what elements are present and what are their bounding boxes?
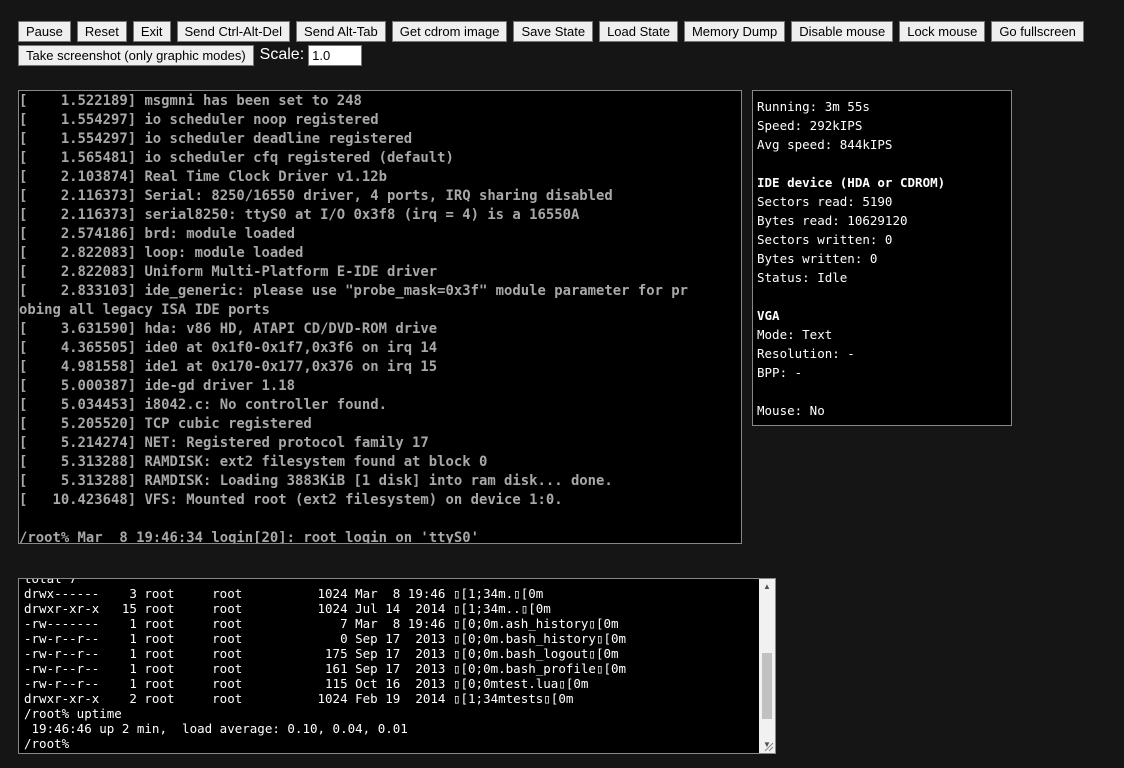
pause-button[interactable]: Pause [18, 20, 71, 42]
screen-line: [ 1.554297] io scheduler deadline regist… [19, 131, 413, 147]
send-alt-tab-button[interactable]: Send Alt-Tab [296, 20, 386, 42]
screen-line: [ 4.365505] ide0 at 0x1f0-0x1f7,0x3f6 on… [19, 340, 438, 356]
bytes-read: Bytes read: 10629120 [757, 213, 908, 228]
serial-line: -rw-r--r-- 1 root root 161 Sep 17 2013 ▯… [24, 661, 627, 676]
take-screenshot-button[interactable]: Take screenshot (only graphic modes) [18, 44, 254, 66]
running-time: Running: 3m 55s [757, 99, 870, 114]
serial-line: -rw-r--r-- 1 root root 175 Sep 17 2013 ▯… [24, 646, 619, 661]
serial-line: /root% [24, 736, 77, 751]
serial-line: drwx------ 3 root root 1024 Mar 8 19:46 … [24, 586, 544, 601]
sectors-read: Sectors read: 5190 [757, 194, 893, 209]
mouse-status: Mouse: No [757, 403, 825, 418]
screen-line: [ 2.822083] loop: module loaded [19, 245, 304, 261]
vga-bpp: BPP: - [757, 365, 803, 380]
ide-status: Status: Idle [757, 270, 848, 285]
screen-line: /root% Mar 8 19:46:34 login[20]: root lo… [19, 530, 479, 544]
speed: Speed: 292kIPS [757, 118, 863, 133]
screen-line: [ 5.313288] RAMDISK: ext2 filesystem fou… [19, 454, 488, 470]
lock-mouse-button[interactable]: Lock mouse [899, 20, 986, 42]
serial-line: total 7 [24, 578, 77, 586]
screen-line: [ 2.833103] ide_generic: please use "pro… [19, 283, 689, 299]
serial-line: -rw-r--r-- 1 root root 0 Sep 17 2013 ▯[0… [24, 631, 627, 646]
ide-section-title: IDE device (HDA or CDROM) [757, 175, 946, 190]
vga-section-title: VGA [757, 308, 780, 323]
screen-line: [ 2.574186] brd: module loaded [19, 226, 295, 242]
serial-line: drwxr-xr-x 15 root root 1024 Jul 14 2014… [24, 601, 551, 616]
screen-line: [ 5.313288] RAMDISK: Loading 3883KiB [1 … [19, 473, 613, 489]
serial-output: total 7 drwx------ 3 root root 1024 Mar 8… [24, 578, 627, 751]
emulator-info-panel: Running: 3m 55s Speed: 292kIPS Avg speed… [752, 90, 1012, 426]
screen-line: [ 2.116373] serial8250: ttyS0 at I/O 0x3… [19, 207, 580, 223]
screen-line: [ 4.981558] ide1 at 0x170-0x177,0x376 on… [19, 359, 438, 375]
screen-output: [ 1.522189] msgmni has been set to 248 [ … [19, 91, 741, 544]
screen-line: [ 2.822083] Uniform Multi-Platform E-IDE… [19, 264, 438, 280]
toolbar-row-1: Pause Reset Exit Send Ctrl-Alt-Del Send … [18, 20, 1108, 42]
screen-line: [ 5.205520] TCP cubic registered [19, 416, 312, 432]
vga-resolution: Resolution: - [757, 346, 855, 361]
screen-line: [ 1.565481] io scheduler cfq registered … [19, 150, 454, 166]
vga-mode: Mode: Text [757, 327, 833, 342]
exit-button[interactable]: Exit [132, 20, 171, 42]
screen-line: [ 1.522189] msgmni has been set to 248 [19, 93, 362, 109]
memory-dump-button[interactable]: Memory Dump [683, 20, 786, 42]
screen-line: [ 5.214274] NET: Registered protocol fam… [19, 435, 429, 451]
screen-line: [ 2.103874] Real Time Clock Driver v1.12… [19, 169, 387, 185]
serial-console-textarea[interactable]: total 7 drwx------ 3 root root 1024 Mar 8… [18, 578, 776, 754]
scale-label: Scale: [259, 46, 305, 63]
screen-line: [ 2.116373] Serial: 8250/16550 driver, 4… [19, 188, 613, 204]
serial-scrollbar[interactable]: ▲ ▼ [759, 579, 775, 753]
serial-line: -rw-r--r-- 1 root root 115 Oct 16 2013 ▯… [24, 676, 589, 691]
vga-text-screen[interactable]: [ 1.522189] msgmni has been set to 248 [ … [18, 90, 742, 544]
screen-line [19, 509, 741, 528]
avg-speed: Avg speed: 844kIPS [757, 137, 893, 152]
reset-button[interactable]: Reset [76, 20, 127, 42]
screen-line: [ 5.000387] ide-gd driver 1.18 [19, 378, 295, 394]
serial-line: 19:46:46 up 2 min, load average: 0.10, 0… [24, 721, 408, 736]
load-state-button[interactable]: Load State [599, 20, 678, 42]
disable-mouse-button[interactable]: Disable mouse [791, 20, 894, 42]
scale-input[interactable] [308, 44, 363, 66]
serial-line: -rw------- 1 root root 7 Mar 8 19:46 ▯[0… [24, 616, 619, 631]
toolbar-row-2: Take screenshot (only graphic modes) Sca… [18, 44, 1108, 66]
save-state-button[interactable]: Save State [513, 20, 594, 42]
serial-line: drwxr-xr-x 2 root root 1024 Feb 19 2014 … [24, 691, 574, 706]
serial-line: /root% uptime [24, 706, 122, 721]
bytes-written: Bytes written: 0 [757, 251, 878, 266]
go-fullscreen-button[interactable]: Go fullscreen [991, 20, 1084, 42]
screen-line: [ 3.631590] hda: v86 HD, ATAPI CD/DVD-RO… [19, 321, 438, 337]
get-cdrom-image-button[interactable]: Get cdrom image [391, 20, 508, 42]
screen-line: [ 10.423648] VFS: Mounted root (ext2 fil… [19, 492, 563, 508]
screen-line: [ 5.034453] i8042.c: No controller found… [19, 397, 387, 413]
screen-line: obing all legacy ISA IDE ports [19, 302, 270, 318]
scroll-up-arrow-icon[interactable]: ▲ [759, 579, 775, 595]
sectors-written: Sectors written: 0 [757, 232, 893, 247]
send-ctrl-alt-del-button[interactable]: Send Ctrl-Alt-Del [176, 20, 291, 42]
screen-line: [ 1.554297] io scheduler noop registered [19, 112, 379, 128]
scrollbar-thumb[interactable] [762, 653, 772, 719]
resize-grip-icon[interactable] [764, 742, 774, 752]
toolbar: Pause Reset Exit Send Ctrl-Alt-Del Send … [18, 20, 1108, 68]
